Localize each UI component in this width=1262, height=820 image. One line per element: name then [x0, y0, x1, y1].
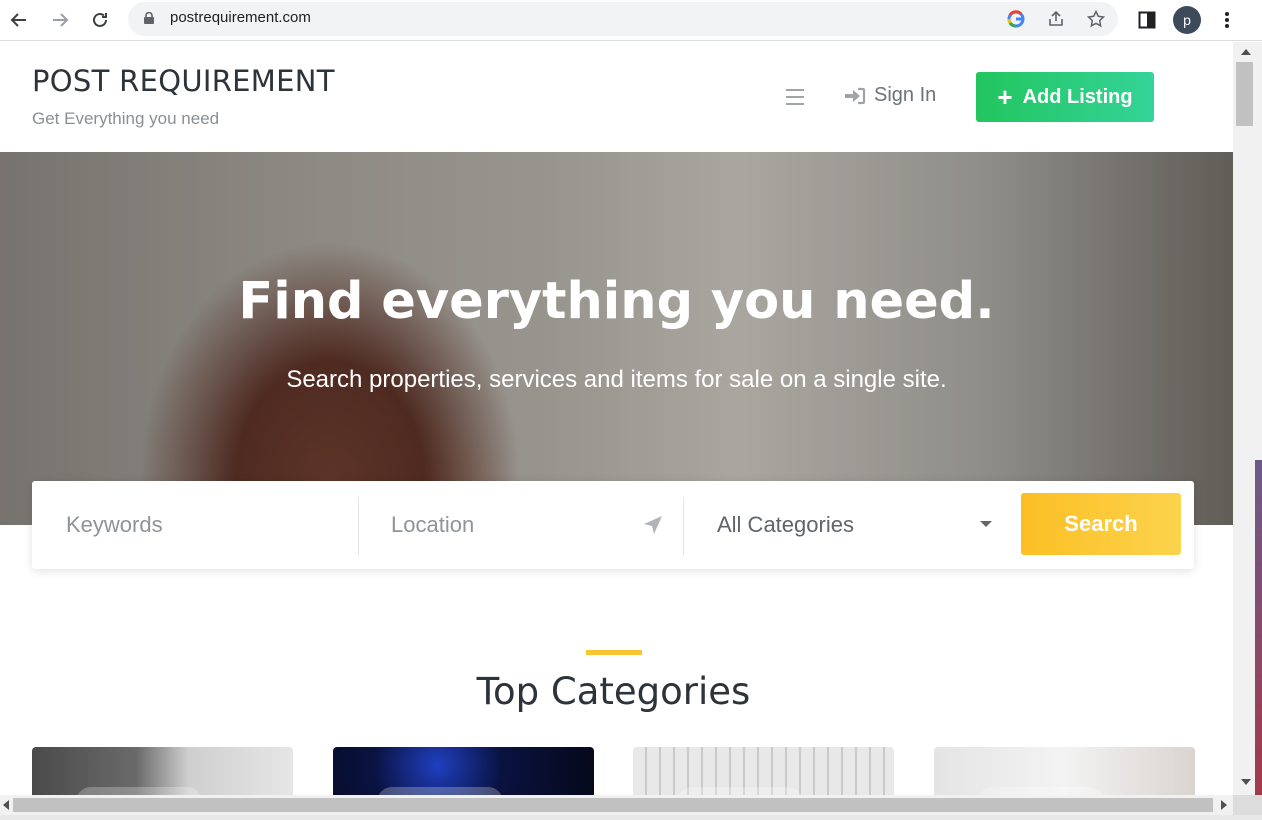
keywords-input[interactable]: Keywords — [66, 495, 356, 555]
bookmark-star-icon[interactable] — [1086, 9, 1106, 29]
category-pill — [377, 787, 503, 795]
window-bottom-edge — [0, 815, 1262, 820]
hero-overlay — [0, 152, 1233, 525]
category-pill — [978, 787, 1104, 795]
location-arrow-icon[interactable] — [642, 514, 664, 536]
back-icon[interactable] — [5, 6, 33, 34]
forward-icon[interactable] — [46, 6, 74, 34]
category-card[interactable] — [333, 747, 594, 795]
address-bar[interactable]: postrequirement.com — [128, 2, 1118, 36]
category-select[interactable]: All Categories — [717, 495, 987, 555]
horizontal-scrollbar[interactable] — [0, 795, 1233, 815]
plus-icon: + — [997, 82, 1013, 112]
category-pill — [677, 787, 803, 795]
site-tagline: Get Everything you need — [32, 109, 220, 128]
section-accent-bar — [586, 650, 642, 655]
sign-in-link[interactable]: Sign In — [844, 84, 936, 107]
location-placeholder: Location — [391, 512, 475, 537]
add-listing-button[interactable]: + Add Listing — [976, 72, 1154, 122]
desktop-edge — [1255, 460, 1262, 795]
kebab-menu-icon[interactable] — [1213, 6, 1241, 34]
search-button-label: Search — [1064, 511, 1138, 536]
side-panel-icon[interactable] — [1133, 6, 1161, 34]
hero-banner: Find everything you need. Search propert… — [0, 152, 1233, 525]
scrollbar-corner — [1233, 795, 1262, 815]
site-logo-title[interactable]: POST REQUIREMENT — [32, 64, 335, 98]
location-input[interactable]: Location — [391, 495, 651, 555]
category-card[interactable] — [32, 747, 293, 795]
category-selected-label: All Categories — [717, 512, 854, 537]
share-icon[interactable] — [1046, 9, 1066, 29]
category-pill — [76, 787, 202, 795]
scroll-right-icon[interactable] — [1221, 800, 1227, 810]
chevron-down-icon[interactable] — [980, 521, 992, 527]
keywords-placeholder: Keywords — [66, 512, 163, 537]
google-icon[interactable] — [1006, 9, 1026, 29]
scrollbar-thumb[interactable] — [1236, 62, 1253, 126]
top-categories-title: Top Categories — [476, 670, 751, 713]
add-listing-label: Add Listing — [1022, 85, 1133, 108]
scrollbar-thumb[interactable] — [13, 798, 1213, 812]
hamburger-menu-icon[interactable] — [786, 89, 804, 105]
profile-avatar[interactable]: p — [1173, 6, 1201, 34]
category-card[interactable] — [934, 747, 1195, 795]
search-panel: Keywords Location All Categories Search — [32, 481, 1194, 569]
browser-toolbar: postrequirement.com p — [0, 0, 1262, 41]
category-card[interactable] — [633, 747, 894, 795]
web-page: POST REQUIREMENT Get Everything you need… — [0, 42, 1233, 795]
lock-icon — [144, 12, 154, 24]
sign-in-label: Sign In — [874, 84, 937, 106]
divider — [358, 497, 359, 555]
scroll-up-icon[interactable] — [1241, 49, 1251, 55]
url-text[interactable]: postrequirement.com — [170, 9, 311, 26]
site-header: POST REQUIREMENT Get Everything you need… — [0, 42, 1233, 152]
hero-subtitle: Search properties, services and items fo… — [286, 366, 947, 393]
sign-in-icon — [845, 87, 866, 104]
divider — [683, 497, 684, 555]
reload-icon[interactable] — [86, 6, 114, 34]
search-button[interactable]: Search — [1021, 493, 1181, 555]
scroll-down-icon[interactable] — [1241, 779, 1251, 785]
scroll-left-icon[interactable] — [3, 800, 9, 810]
hero-title: Find everything you need. — [238, 272, 995, 331]
